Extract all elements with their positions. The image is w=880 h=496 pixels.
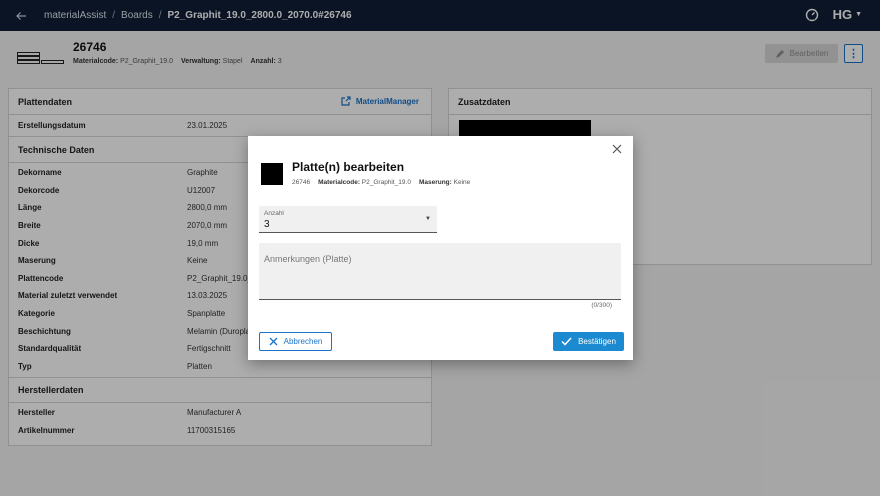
- cancel-button[interactable]: Abbrechen: [259, 332, 332, 351]
- character-counter: (0/300): [591, 302, 612, 309]
- check-icon: [561, 337, 572, 346]
- dialog-board-id: 26746: [292, 179, 311, 186]
- anzahl-select-value: 3: [264, 219, 270, 230]
- notes-placeholder: Anmerkungen (Platte): [264, 254, 352, 264]
- anzahl-select-label: Anzahl: [264, 210, 284, 217]
- confirm-button-label: Bestätigen: [578, 337, 616, 346]
- edit-board-dialog: Platte(n) bearbeiten 26746 Materialcode:…: [248, 136, 633, 360]
- confirm-button[interactable]: Bestätigen: [553, 332, 624, 351]
- maserung-label: Maserung:: [418, 179, 452, 186]
- dialog-meta: 26746 Materialcode: P2_Graphit_19.0 Mase…: [292, 179, 470, 186]
- close-icon: [269, 337, 278, 346]
- notes-textarea[interactable]: Anmerkungen (Platte): [259, 243, 621, 300]
- materialcode-label: Materialcode:: [318, 179, 360, 186]
- materialcode-value: P2_Graphit_19.0: [361, 179, 411, 186]
- close-icon[interactable]: [611, 143, 623, 155]
- dropdown-arrow-icon: ▼: [425, 216, 431, 222]
- color-swatch: [261, 163, 283, 185]
- cancel-button-label: Abbrechen: [283, 337, 323, 346]
- maserung-value: Keine: [453, 179, 471, 186]
- dialog-title: Platte(n) bearbeiten: [292, 160, 405, 174]
- anzahl-select[interactable]: Anzahl 3 ▼: [259, 206, 437, 233]
